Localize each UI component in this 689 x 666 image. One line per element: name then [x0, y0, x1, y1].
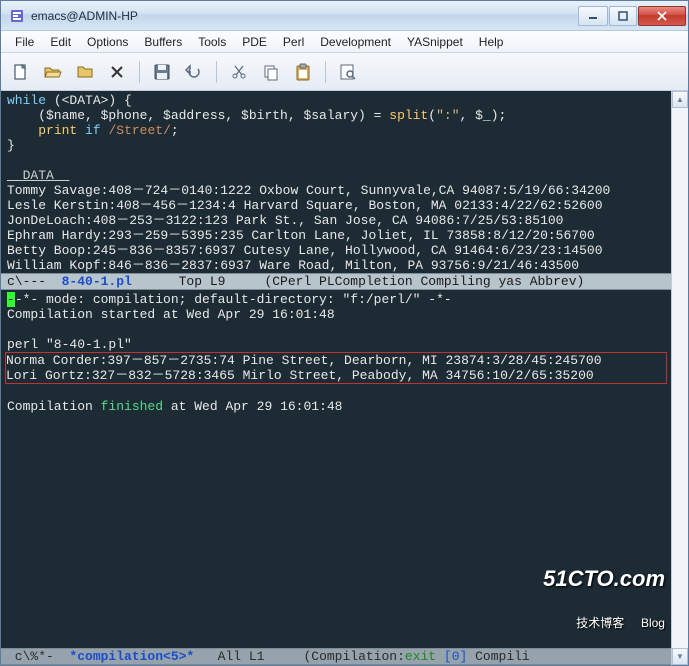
menu-perl[interactable]: Perl [275, 33, 312, 51]
menu-help[interactable]: Help [471, 33, 512, 51]
copy-button[interactable] [257, 58, 285, 86]
open-folder-button[interactable] [71, 58, 99, 86]
undo-button[interactable] [180, 58, 208, 86]
menu-options[interactable]: Options [79, 33, 136, 51]
close-button[interactable] [638, 6, 686, 26]
menubar: File Edit Options Buffers Tools PDE Perl… [1, 31, 688, 53]
maximize-button[interactable] [609, 6, 637, 26]
toolbar-separator [139, 61, 140, 83]
vertical-scrollbar[interactable]: ▲ ▼ [671, 91, 688, 665]
output-highlight: Norma Corder:397－857－2735:74 Pine Street… [5, 352, 667, 384]
titlebar[interactable]: emacs@ADMIN-HP [1, 1, 688, 31]
new-file-button[interactable] [7, 58, 35, 86]
cursor: - [7, 292, 15, 307]
modeline-code[interactable]: c\--- 8-40-1.pl Top L9 (CPerl PLCompleti… [1, 273, 671, 290]
toolbar-separator [325, 61, 326, 83]
menu-buffers[interactable]: Buffers [136, 33, 190, 51]
menu-development[interactable]: Development [312, 33, 399, 51]
watermark: 51CTO.com 技术博客 Blog [543, 541, 665, 646]
scroll-down-button[interactable]: ▼ [672, 648, 688, 665]
menu-edit[interactable]: Edit [42, 33, 79, 51]
scroll-up-button[interactable]: ▲ [672, 91, 688, 108]
menu-yasnippet[interactable]: YASnippet [399, 33, 471, 51]
toolbar [1, 53, 688, 91]
menu-pde[interactable]: PDE [234, 33, 275, 51]
scroll-track[interactable] [672, 108, 688, 648]
editor-container: while (<DATA>) { ($name, $phone, $addres… [1, 91, 671, 665]
code-buffer[interactable]: while (<DATA>) { ($name, $phone, $addres… [1, 91, 671, 273]
window-title: emacs@ADMIN-HP [31, 9, 578, 23]
menu-tools[interactable]: Tools [190, 33, 234, 51]
cut-button[interactable] [225, 58, 253, 86]
open-file-button[interactable] [39, 58, 67, 86]
window-frame: emacs@ADMIN-HP File Edit Options Buffers… [0, 0, 689, 666]
paste-button[interactable] [289, 58, 317, 86]
toolbar-separator [216, 61, 217, 83]
compilation-buffer[interactable]: --*- mode: compilation; default-director… [1, 290, 671, 648]
close-buffer-button[interactable] [103, 58, 131, 86]
app-icon [9, 8, 25, 24]
menu-file[interactable]: File [7, 33, 42, 51]
modeline-compilation[interactable]: c\%*- *compilation<5>* All L1 (Compilati… [1, 648, 671, 665]
search-button[interactable] [334, 58, 362, 86]
save-button[interactable] [148, 58, 176, 86]
minimize-button[interactable] [578, 6, 608, 26]
